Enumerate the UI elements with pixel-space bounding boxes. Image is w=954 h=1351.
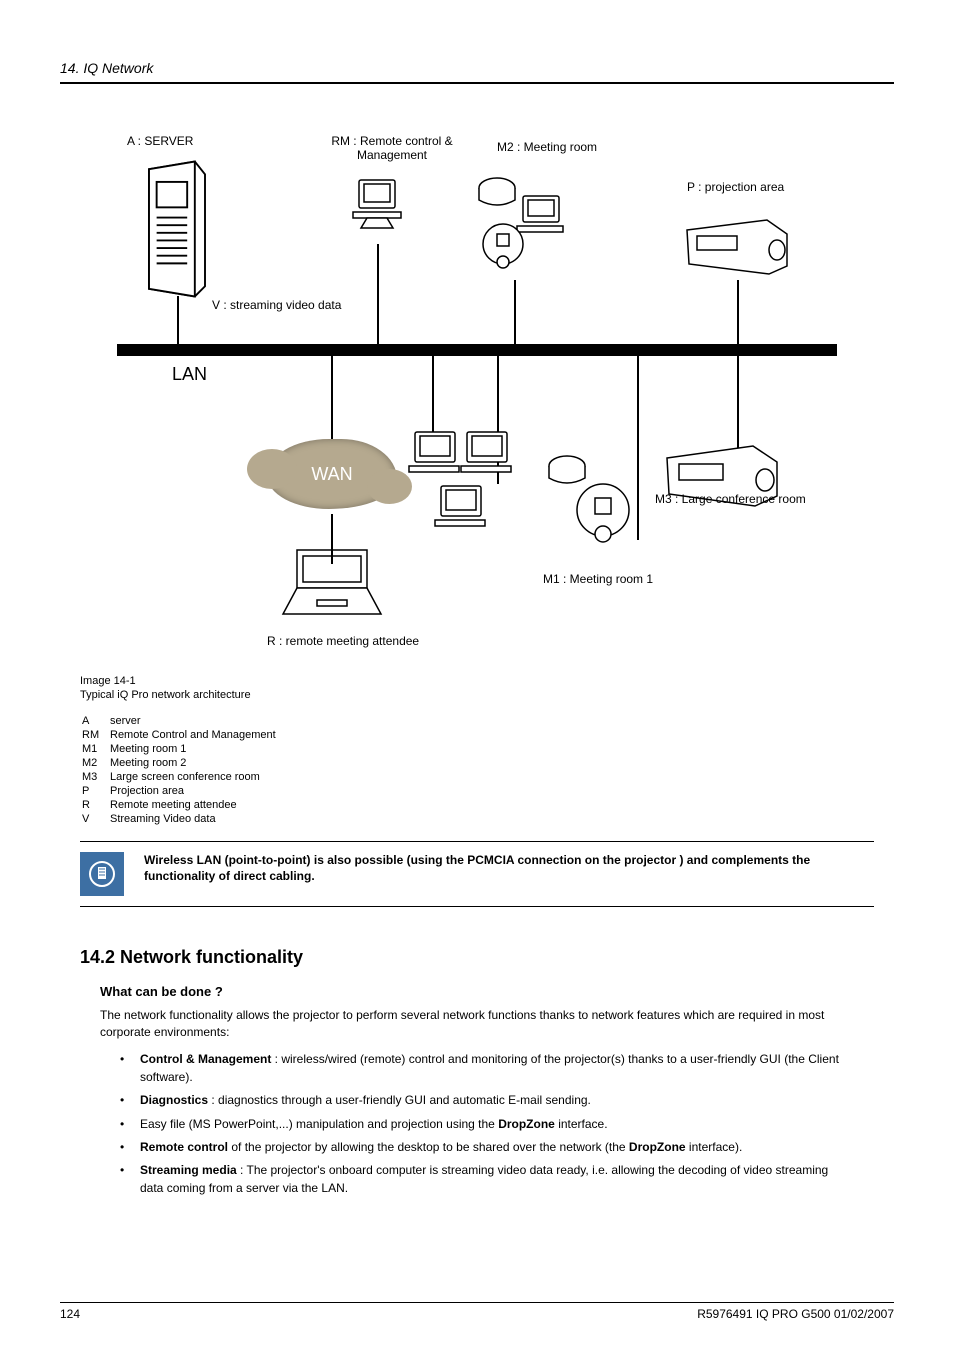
list-item: Remote control of the projector by allow… [120, 1139, 854, 1156]
doc-id: R5976491 IQ PRO G500 01/02/2007 [697, 1307, 894, 1321]
note-box: Wireless LAN (point-to-point) is also po… [80, 841, 874, 907]
legend-table: Aserver RMRemote Control and Management M1… [80, 713, 278, 827]
label-v: V : streaming video data [212, 298, 341, 312]
legend-row: PProjection area [82, 785, 276, 797]
wan-cloud: WAN [267, 439, 397, 509]
legend-row: VStreaming Video data [82, 813, 276, 825]
connector [737, 280, 739, 346]
connector [331, 354, 333, 440]
page-footer: 124 R5976491 IQ PRO G500 01/02/2007 [60, 1302, 894, 1321]
m3-devices-icon [537, 452, 637, 552]
label-server: A : SERVER [127, 134, 193, 148]
label-m3: M3 : Large conference room [655, 492, 806, 506]
intro-paragraph: The network functionality allows the pro… [100, 1007, 854, 1042]
label-r: R : remote meeting attendee [267, 634, 419, 648]
network-diagram: A : SERVER RM : Remote control & Managem… [97, 124, 857, 664]
label-m1: M1 : Meeting room 1 [543, 572, 653, 586]
connector [177, 296, 179, 346]
list-item: Streaming media : The projector's onboar… [120, 1162, 854, 1197]
note-text: Wireless LAN (point-to-point) is also po… [144, 852, 874, 896]
legend-row: M3Large screen conference room [82, 771, 276, 783]
section-heading: 14.2 Network functionality [80, 947, 874, 968]
page-number: 124 [60, 1307, 80, 1321]
rm-pc-icon [349, 174, 409, 234]
m2-devices-icon [467, 174, 567, 274]
list-item: Diagnostics : diagnostics through a user… [120, 1092, 854, 1109]
list-item: Control & Management : wireless/wired (r… [120, 1051, 854, 1086]
connector [637, 354, 639, 540]
wan-label: WAN [311, 464, 352, 485]
figure-caption: Image 14-1 Typical iQ Pro network archit… [80, 674, 874, 703]
label-m2: M2 : Meeting room [497, 140, 597, 154]
list-item: Easy file (MS PowerPoint,...) manipulati… [120, 1116, 854, 1133]
legend-row: RMRemote Control and Management [82, 729, 276, 741]
legend-row: RRemote meeting attendee [82, 799, 276, 811]
connector [514, 280, 516, 346]
page-header: 14. IQ Network [60, 60, 894, 84]
lan-bar [117, 344, 837, 356]
connector [331, 514, 333, 564]
legend-row: Aserver [82, 715, 276, 727]
lan-label: LAN [172, 364, 207, 385]
note-icon [80, 852, 124, 896]
m1-pcs-icon [407, 424, 537, 554]
subsection-heading: What can be done ? [100, 984, 854, 999]
label-p: P : projection area [687, 180, 784, 194]
connector [377, 244, 379, 346]
label-rm: RM : Remote control & Management [322, 134, 462, 162]
server-icon [137, 159, 217, 299]
legend-row: M1Meeting room 1 [82, 743, 276, 755]
legend-row: M2Meeting room 2 [82, 757, 276, 769]
bullet-list: Control & Management : wireless/wired (r… [120, 1051, 854, 1197]
projector-top-icon [677, 210, 797, 280]
